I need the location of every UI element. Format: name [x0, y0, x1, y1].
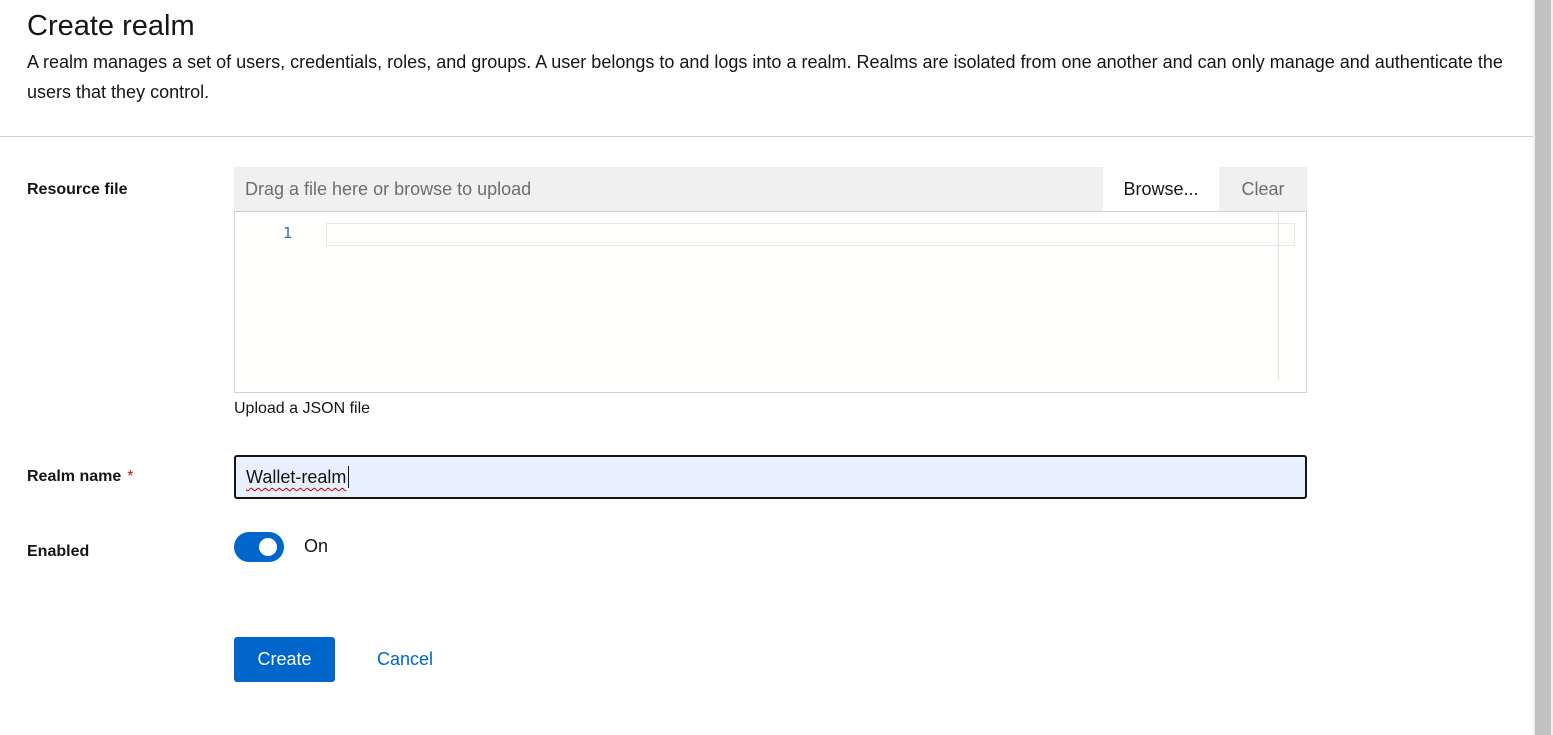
- cancel-button[interactable]: Cancel: [357, 637, 453, 682]
- enabled-label: Enabled: [27, 543, 90, 560]
- page-title: Create realm: [27, 10, 195, 42]
- editor-scrollbar[interactable]: [1278, 212, 1279, 380]
- realm-name-input[interactable]: Wallet-realm: [234, 455, 1307, 499]
- drop-zone-text: Drag a file here or browse to upload: [245, 179, 532, 199]
- realm-name-label-text: Realm name: [27, 468, 122, 485]
- required-indicator: *: [127, 468, 134, 485]
- editor-current-line[interactable]: [326, 223, 1295, 246]
- editor-line-number: 1: [283, 224, 293, 242]
- upload-helper-text: Upload a JSON file: [234, 400, 371, 417]
- file-upload: Drag a file here or browse to upload Bro…: [234, 167, 1307, 393]
- enabled-switch-state: On: [304, 536, 329, 556]
- clear-button[interactable]: Clear: [1219, 167, 1307, 211]
- file-drop-zone[interactable]: Drag a file here or browse to upload Bro…: [234, 167, 1307, 211]
- enabled-switch[interactable]: [234, 532, 284, 562]
- create-realm-page: Create realm A realm manages a set of us…: [0, 0, 1533, 735]
- switch-knob: [259, 538, 277, 556]
- page-header: Create realm A realm manages a set of us…: [0, 0, 1533, 137]
- scrollbar-thumb[interactable]: [1535, 0, 1551, 735]
- json-code-editor[interactable]: 1: [234, 211, 1307, 393]
- create-button[interactable]: Create: [234, 637, 335, 682]
- page-scrollbar[interactable]: [1533, 0, 1553, 735]
- realm-name-value: Wallet-realm: [246, 467, 347, 487]
- browse-button[interactable]: Browse...: [1103, 167, 1219, 211]
- text-caret: [348, 466, 349, 488]
- page-description: A realm manages a set of users, credenti…: [27, 52, 1503, 102]
- resource-file-label: Resource file: [27, 181, 128, 198]
- realm-name-label: Realm name *: [27, 468, 134, 486]
